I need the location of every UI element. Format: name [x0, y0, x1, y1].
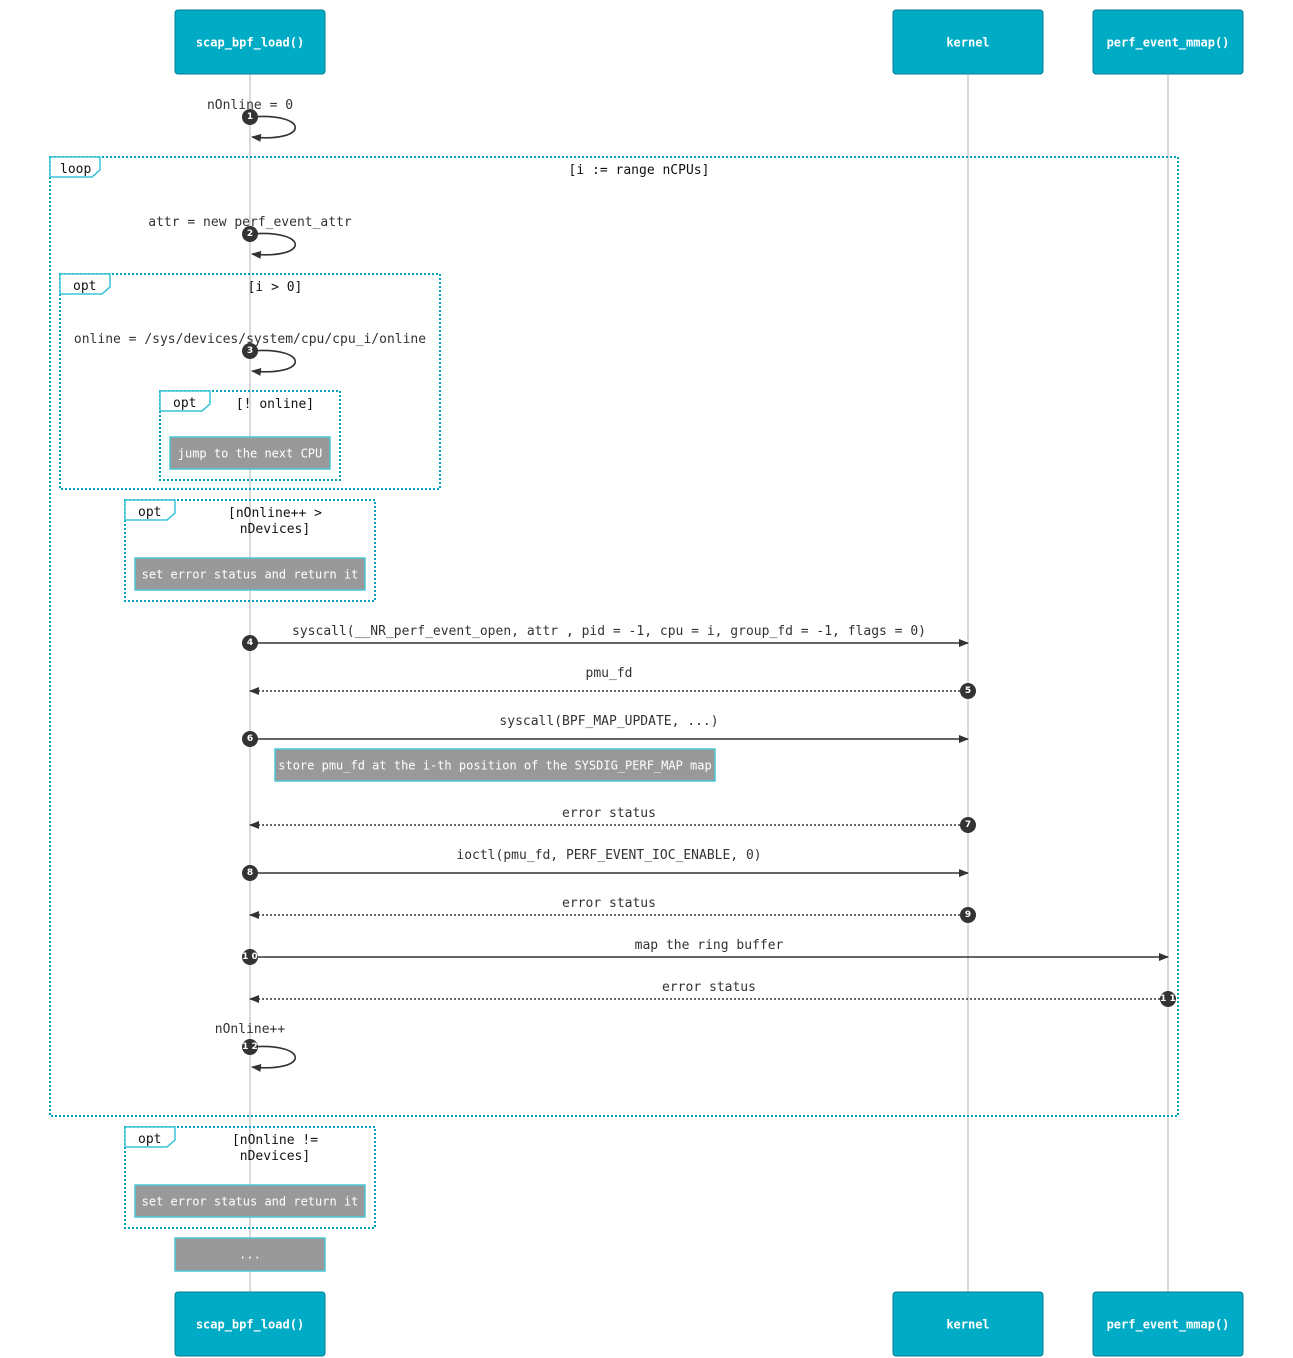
sequence-number-badge: 6 [242, 731, 258, 747]
sequence-number-badge: 4 [242, 635, 258, 651]
message-label: pmu_fd [586, 666, 633, 681]
actor-mmap-top[interactable]: perf_event_mmap() [1092, 9, 1244, 75]
svg-text:7: 7 [965, 820, 971, 830]
svg-text:1 2: 1 2 [242, 1042, 258, 1052]
sequence-number-badge: 1 2 [242, 1039, 258, 1055]
sequence-number-badge: 1 1 [1160, 991, 1176, 1007]
actor-label: perf_event_mmap() [1107, 1318, 1230, 1333]
message-5: pmu_fd 5 [249, 666, 976, 699]
message-label: error status [562, 896, 656, 911]
frame-type-label: opt [138, 1132, 161, 1147]
note-jump-next-cpu: jump to the next CPU [169, 436, 331, 470]
message-label: nOnline++ [215, 1022, 286, 1037]
message-7: error status 7 [249, 806, 976, 833]
svg-text:1: 1 [247, 112, 253, 122]
message-label: error status [662, 980, 756, 995]
message-9: error status 9 [249, 896, 976, 923]
frame-condition: [! online] [236, 397, 314, 412]
actor-mmap-bottom[interactable]: perf_event_mmap() [1092, 1291, 1244, 1357]
actor-label: kernel [946, 1318, 989, 1332]
svg-text:6: 6 [247, 734, 253, 744]
svg-text:set error status and return it: set error status and return it [142, 1195, 359, 1209]
frame-condition: nDevices] [240, 522, 310, 537]
message-label: ioctl(pmu_fd, PERF_EVENT_IOC_ENABLE, 0) [456, 848, 761, 863]
sequence-number-badge: 9 [960, 907, 976, 923]
message-10: map the ring buffer 1 0 [242, 938, 1169, 965]
actor-scap-bottom[interactable]: scap_bpf_load() [174, 1291, 326, 1357]
note-store-pmu-fd: store pmu_fd at the i-th position of the… [274, 748, 716, 782]
note-ellipsis: ... [174, 1237, 326, 1272]
svg-text:5: 5 [965, 686, 971, 696]
message-1: nOnline = 0 1 [207, 98, 296, 142]
actor-label: scap_bpf_load() [196, 36, 304, 51]
actor-kernel-bottom[interactable]: kernel [892, 1291, 1044, 1357]
sequence-number-badge: 5 [960, 683, 976, 699]
actor-label: kernel [946, 36, 989, 50]
svg-text:3: 3 [247, 346, 253, 356]
frame-type-label: opt [73, 279, 96, 294]
svg-text:jump to the next CPU: jump to the next CPU [178, 447, 323, 461]
frame-type-label: opt [173, 396, 196, 411]
sequence-number-badge: 8 [242, 865, 258, 881]
svg-text:1 1: 1 1 [1160, 994, 1176, 1004]
frame-condition: [nOnline++ > [228, 506, 322, 521]
note-set-error-1: set error status and return it [134, 557, 366, 591]
message-label: error status [562, 806, 656, 821]
svg-text:8: 8 [247, 868, 253, 878]
message-label: syscall(BPF_MAP_UPDATE, ...) [499, 714, 718, 729]
message-label: map the ring buffer [635, 938, 784, 953]
svg-text:2: 2 [247, 229, 253, 239]
svg-text:store pmu_fd at the i-th posit: store pmu_fd at the i-th position of the… [278, 759, 711, 773]
frame-condition: nDevices] [240, 1149, 310, 1164]
sequence-number-badge: 1 0 [242, 949, 258, 965]
sequence-diagram: scap_bpf_load() kernel perf_event_mmap()… [49, 9, 1244, 1357]
actor-kernel-top[interactable]: kernel [892, 9, 1044, 75]
frame-type-label: opt [138, 505, 161, 520]
svg-text:1 0: 1 0 [242, 952, 258, 962]
message-8: ioctl(pmu_fd, PERF_EVENT_IOC_ENABLE, 0) … [242, 848, 969, 881]
sequence-number-badge: 3 [242, 343, 258, 359]
sequence-number-badge: 7 [960, 817, 976, 833]
message-6: syscall(BPF_MAP_UPDATE, ...) 6 [242, 714, 969, 747]
message-4: syscall(__NR_perf_event_open, attr , pid… [242, 624, 969, 651]
actor-scap-top[interactable]: scap_bpf_load() [174, 9, 326, 75]
actor-label: perf_event_mmap() [1107, 36, 1230, 51]
svg-text:set error status and return it: set error status and return it [142, 568, 359, 582]
frame-condition: [i > 0] [248, 280, 303, 295]
note-set-error-2: set error status and return it [134, 1184, 366, 1218]
message-label: syscall(__NR_perf_event_open, attr , pid… [292, 624, 926, 639]
svg-text:9: 9 [965, 910, 971, 920]
message-11: error status 1 1 [249, 980, 1176, 1007]
svg-text:4: 4 [247, 638, 253, 648]
svg-text:...: ... [239, 1248, 261, 1262]
frame-condition: [nOnline != [232, 1133, 318, 1148]
frame-type-label: loop [60, 162, 91, 177]
actor-label: scap_bpf_load() [196, 1318, 304, 1333]
message-12: nOnline++ 1 2 [215, 1022, 296, 1072]
sequence-number-badge: 1 [242, 109, 258, 125]
frame-condition: [i := range nCPUs] [569, 163, 710, 178]
sequence-number-badge: 2 [242, 226, 258, 242]
